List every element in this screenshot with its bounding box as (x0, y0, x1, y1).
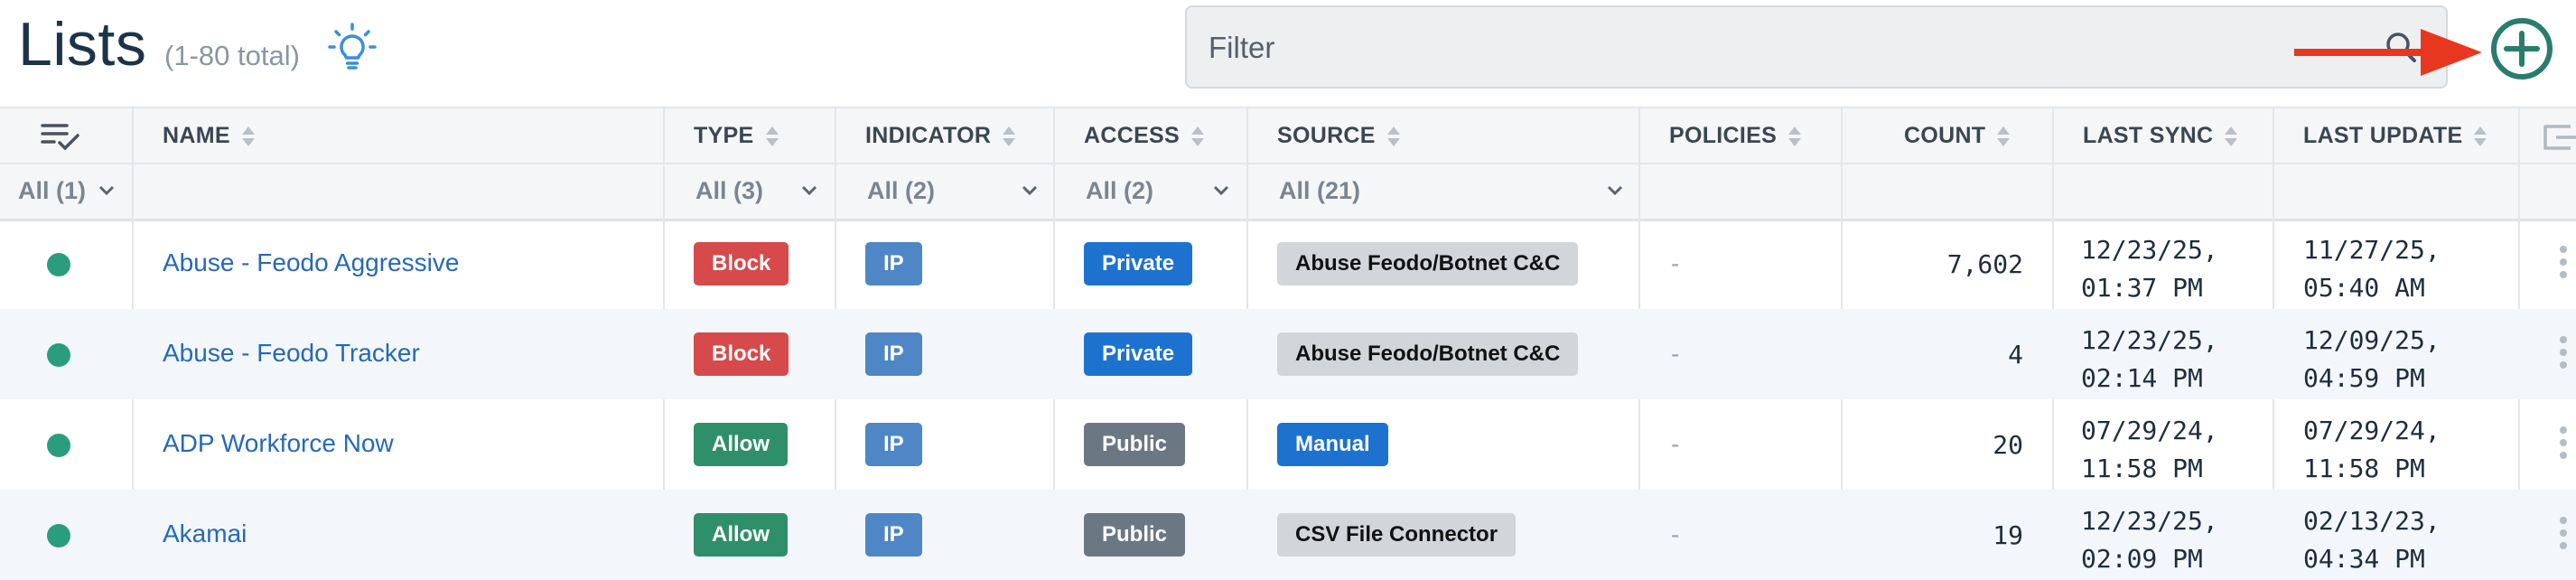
status-dot (47, 253, 70, 276)
type-badge: Block (694, 242, 789, 285)
type-filter[interactable]: All (3) (695, 177, 763, 205)
status-filter[interactable]: All (1) (18, 177, 86, 205)
last-update-value: 07/29/24, 11:58 PM (2303, 416, 2441, 483)
policies-value: - (1671, 340, 1680, 368)
table-filter-row: All (1) All (3) All (2) All (2) All (21) (0, 163, 2576, 221)
page-title: Lists (18, 10, 147, 79)
type-badge: Allow (694, 513, 788, 557)
sort-icon (2474, 126, 2487, 147)
col-header-last-sync[interactable]: LAST SYNC (2083, 123, 2238, 149)
col-header-source[interactable]: SOURCE (1277, 123, 1401, 149)
count-value: 19 (1993, 520, 2023, 550)
col-header-name[interactable]: NAME (163, 123, 256, 149)
last-sync-value: 07/29/24, 11:58 PM (2081, 416, 2218, 483)
table-row: Abuse - Feodo Aggressive Block IP Privat… (0, 219, 2576, 309)
row-menu-icon[interactable] (2560, 426, 2567, 464)
last-update-value: 12/09/25, 04:59 PM (2303, 325, 2441, 393)
access-badge: Public (1084, 423, 1186, 466)
list-name-link[interactable]: Abuse - Feodo Aggressive (163, 248, 459, 277)
count-value: 7,602 (1946, 249, 2023, 279)
sort-icon (765, 126, 779, 147)
table-row: ADP Workforce Now Allow IP Public Manual… (0, 399, 2576, 490)
table-row: Akamai Allow IP Public CSV File Connecto… (0, 490, 2576, 580)
row-menu-icon[interactable] (2560, 246, 2567, 284)
status-dot (47, 343, 70, 367)
source-badge: Abuse Feodo/Botnet C&C (1277, 242, 1579, 285)
source-badge: Manual (1277, 423, 1388, 466)
annotation-arrow-icon (2294, 29, 2482, 76)
policies-value: - (1671, 430, 1680, 458)
last-sync-value: 12/23/25, 02:14 PM (2081, 325, 2218, 393)
chevron-down-icon[interactable] (98, 184, 116, 197)
col-header-policies[interactable]: POLICIES (1669, 123, 1802, 149)
last-update-value: 11/27/25, 05:40 AM (2303, 235, 2441, 303)
col-header-count[interactable]: COUNT (1904, 123, 2011, 149)
last-update-value: 02/13/23, 04:34 PM (2303, 506, 2441, 574)
col-header-last-update[interactable]: LAST UPDATE (2303, 123, 2487, 149)
column-select-icon[interactable] (40, 121, 81, 152)
export-icon[interactable] (2540, 119, 2576, 155)
count-value: 4 (2008, 340, 2023, 370)
table-row: Abuse - Feodo Tracker Block IP Private A… (0, 309, 2576, 399)
type-badge: Allow (694, 423, 788, 466)
sort-icon (1997, 126, 2011, 147)
chevron-down-icon[interactable] (1021, 184, 1039, 197)
table-header-row: NAME TYPE INDICATOR ACCESS SOURCE POLICI… (0, 107, 2576, 164)
indicator-filter[interactable]: All (2) (867, 177, 935, 205)
access-badge: Public (1084, 513, 1186, 557)
sort-icon (2225, 126, 2238, 147)
lightbulb-icon[interactable] (325, 22, 379, 76)
list-name-link[interactable]: Abuse - Feodo Tracker (163, 339, 420, 368)
col-header-access[interactable]: ACCESS (1084, 123, 1205, 149)
list-name-link[interactable]: Akamai (163, 519, 247, 548)
status-dot (47, 434, 70, 457)
access-filter[interactable]: All (2) (1086, 177, 1153, 205)
row-menu-icon[interactable] (2560, 336, 2567, 374)
chevron-down-icon[interactable] (1606, 184, 1624, 197)
source-badge: CSV File Connector (1277, 513, 1517, 557)
sort-icon (1191, 126, 1204, 147)
top-bar: Lists (1-80 total) (0, 0, 2576, 107)
access-badge: Private (1084, 332, 1193, 376)
sort-icon (1386, 126, 1400, 147)
type-badge: Block (694, 332, 789, 376)
col-header-indicator[interactable]: INDICATOR (865, 123, 1016, 149)
access-badge: Private (1084, 242, 1193, 285)
sort-icon (1788, 126, 1802, 147)
indicator-badge: IP (865, 332, 922, 376)
filter-input[interactable] (1207, 7, 2330, 89)
col-header-type[interactable]: TYPE (694, 123, 779, 149)
indicator-badge: IP (865, 513, 922, 557)
sort-icon (1003, 126, 1016, 147)
last-sync-value: 12/23/25, 02:09 PM (2081, 506, 2218, 574)
total-count: (1-80 total) (164, 40, 300, 71)
indicator-badge: IP (865, 242, 922, 285)
status-dot (47, 524, 70, 547)
policies-value: - (1671, 249, 1680, 277)
policies-value: - (1671, 520, 1680, 548)
row-menu-icon[interactable] (2560, 517, 2567, 555)
chevron-down-icon[interactable] (1212, 184, 1230, 197)
indicator-badge: IP (865, 423, 922, 466)
filter-box (1185, 5, 2448, 89)
source-filter[interactable]: All (21) (1279, 177, 1360, 205)
sort-icon (241, 126, 255, 147)
last-sync-value: 12/23/25, 01:37 PM (2081, 235, 2218, 303)
list-name-link[interactable]: ADP Workforce Now (163, 429, 394, 458)
source-badge: Abuse Feodo/Botnet C&C (1277, 332, 1579, 376)
count-value: 20 (1993, 430, 2023, 460)
chevron-down-icon[interactable] (800, 184, 818, 197)
add-list-button[interactable] (2489, 16, 2554, 81)
